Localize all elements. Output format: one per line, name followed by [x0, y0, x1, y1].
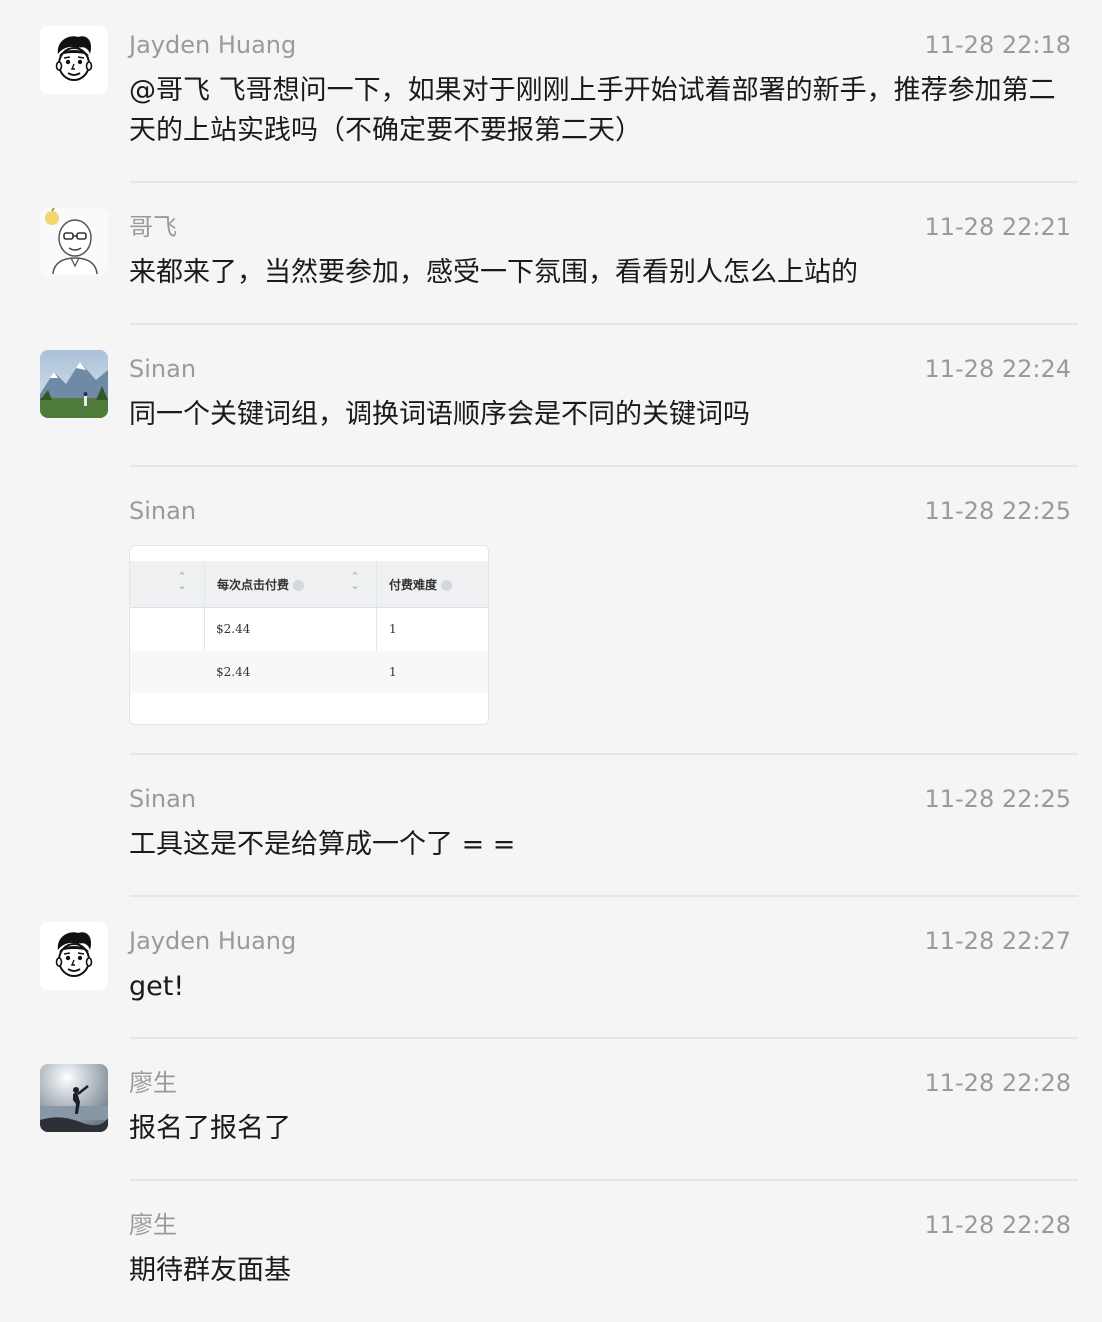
divider	[130, 323, 1078, 325]
avatar[interactable]	[40, 1064, 108, 1132]
divider	[130, 465, 1078, 467]
table-cell: 1	[389, 622, 397, 636]
bald-glasses-avatar-icon	[40, 208, 108, 276]
timestamp: 11-28 22:21	[924, 213, 1071, 241]
sender-name[interactable]: Sinan	[129, 354, 196, 384]
sender-name[interactable]: Sinan	[129, 496, 196, 526]
image-attachment[interactable]: ⌃ ⌄ 每次点击付费 ⌃ ⌄ 付费难度 $2.44 1 $2.44 1	[129, 545, 489, 725]
table-row: $2.44 1	[130, 608, 488, 650]
table-cell: $2.44	[216, 622, 251, 636]
avatar[interactable]	[40, 26, 108, 94]
table-row: $2.44 1	[130, 651, 488, 693]
divider	[130, 753, 1078, 755]
message-text: 期待群友面基	[129, 1255, 291, 1286]
cartoon-face-icon	[40, 922, 108, 990]
column-header: 付费难度	[389, 576, 453, 593]
sort-icon: ⌃ ⌄	[177, 570, 187, 592]
table-cell: $2.44	[216, 665, 251, 679]
timestamp: 11-28 22:28	[924, 1069, 1071, 1097]
timestamp: 11-28 22:25	[924, 785, 1071, 813]
avatar[interactable]	[40, 208, 108, 276]
help-icon	[441, 580, 453, 591]
divider	[130, 181, 1078, 183]
help-icon	[293, 580, 305, 591]
sender-name[interactable]: 廖生	[129, 1210, 177, 1240]
timestamp: 11-28 22:27	[924, 927, 1071, 955]
message-text: get!	[129, 971, 185, 1002]
sender-name[interactable]: Sinan	[129, 784, 196, 814]
sort-icon: ⌃ ⌄	[350, 570, 360, 592]
avatar[interactable]	[40, 350, 108, 418]
message-text: 报名了报名了	[129, 1113, 291, 1144]
mountain-photo-icon	[40, 350, 108, 418]
message-text: @哥飞 飞哥想问一下，如果对于刚刚上手开始试着部署的新手，推荐参加第二天的上站实…	[129, 75, 1056, 146]
column-header: 每次点击付费	[217, 576, 305, 593]
message-text: 同一个关键词组，调换词语顺序会是不同的关键词吗	[129, 399, 750, 430]
table-cell: 1	[389, 665, 397, 679]
divider	[130, 1037, 1078, 1039]
timestamp: 11-28 22:24	[924, 355, 1071, 383]
sender-name[interactable]: Jayden Huang	[129, 30, 296, 60]
divider	[130, 1179, 1078, 1181]
divider	[130, 895, 1078, 897]
cartoon-face-icon	[40, 26, 108, 94]
sender-name[interactable]: Jayden Huang	[129, 926, 296, 956]
lake-silhouette-icon	[40, 1064, 108, 1132]
timestamp: 11-28 22:25	[924, 497, 1071, 525]
message-text: 来都来了，当然要参加，感受一下氛围，看看别人怎么上站的	[129, 257, 858, 288]
sender-name[interactable]: 廖生	[129, 1068, 177, 1098]
timestamp: 11-28 22:28	[924, 1211, 1071, 1239]
message-text: 工具这是不是给算成一个了 = =	[129, 829, 516, 860]
avatar[interactable]	[40, 922, 108, 990]
sender-name[interactable]: 哥飞	[129, 212, 177, 242]
timestamp: 11-28 22:18	[924, 31, 1071, 59]
chat-feed: Jayden Huang 11-28 22:18 @哥飞 飞哥想问一下，如果对于…	[0, 0, 1102, 1322]
